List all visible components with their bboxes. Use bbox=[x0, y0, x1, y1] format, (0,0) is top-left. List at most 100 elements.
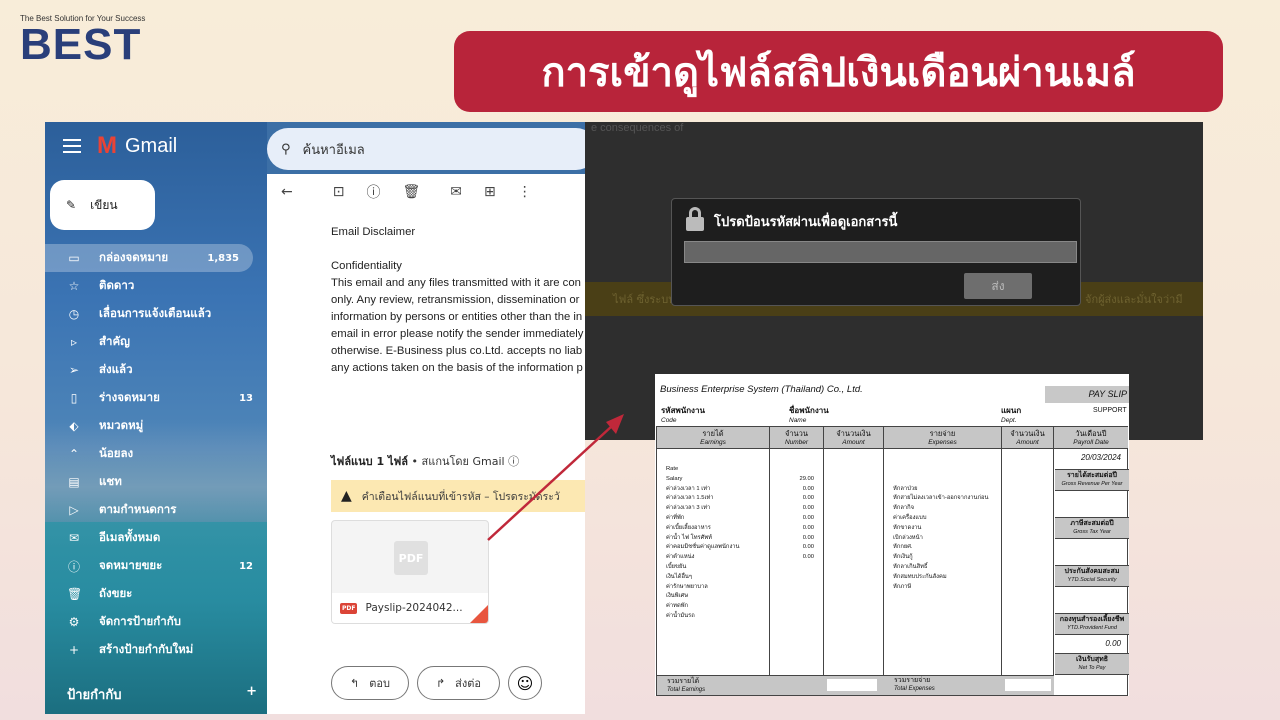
spam-icon: ⓘ bbox=[67, 559, 80, 574]
password-input[interactable] bbox=[684, 241, 1077, 263]
department-label: แผนก Dept. bbox=[1001, 406, 1022, 424]
delete-icon[interactable]: 🗑 bbox=[402, 184, 420, 200]
gmail-logo[interactable]: M Gmail bbox=[97, 132, 177, 160]
clock-icon: ◷ bbox=[68, 307, 80, 321]
email-line: email in error please notify the sender … bbox=[331, 328, 584, 340]
sidebar-item[interactable]: ⬖ หมวดหมู่ bbox=[45, 412, 267, 440]
sidebar-item-label: หมวดหมู่ bbox=[99, 418, 144, 432]
all-mail-icon: ✉ bbox=[68, 531, 80, 545]
gmail-m-icon: M bbox=[97, 132, 117, 159]
compose-button[interactable]: ✎ เขียน bbox=[50, 180, 155, 230]
sidebar-item[interactable]: ➢ ส่งแล้ว bbox=[45, 356, 267, 384]
payslip-document: Business Enterprise System (Thailand) Co… bbox=[655, 374, 1129, 696]
forward-icon: ↱ bbox=[435, 676, 446, 690]
email-line: Email Disclaimer bbox=[331, 226, 416, 238]
search-input[interactable]: ⚲ ค้นหาอีเมล bbox=[267, 128, 585, 170]
sidebar-item[interactable]: ⓘ จดหมายขยะ 12 bbox=[45, 552, 267, 580]
hamburger-menu-icon[interactable] bbox=[63, 139, 81, 153]
email-body: Email Disclaimer Confidentiality This em… bbox=[331, 224, 585, 377]
add-label-icon[interactable]: + bbox=[246, 684, 257, 705]
sidebar-item-count: 1,835 bbox=[207, 252, 239, 264]
payroll-date-value: 20/03/2024 bbox=[1080, 453, 1121, 462]
archive-icon[interactable]: ⊡ bbox=[333, 184, 345, 200]
report-spam-icon[interactable]: ⓘ bbox=[366, 182, 380, 202]
earnings-header: รายได้ Earnings bbox=[657, 427, 770, 449]
expenses-list: หักลาป่วย หักสายไม่ลงเวลาเข้า-ออกจากงานก… bbox=[893, 485, 989, 590]
attachment-card[interactable]: PDF PDF Payslip-2024042... bbox=[331, 520, 489, 624]
sidebar-item[interactable]: ✉ อีเมลทั้งหมด bbox=[45, 524, 267, 552]
sidebar-item-count: 12 bbox=[239, 560, 253, 572]
sidebar-item-label: แชท bbox=[99, 474, 122, 488]
gross-tax-cell: ภาษีสะสมต่อปี Gross Tax Year bbox=[1055, 517, 1129, 539]
sidebar-item-label: ร่างจดหมาย bbox=[99, 390, 160, 404]
sidebar-item[interactable]: ⌃ น้อยลง bbox=[45, 440, 267, 468]
search-placeholder: ค้นหาอีเมล bbox=[302, 142, 365, 158]
emoji-reaction-icon[interactable]: ☺ bbox=[508, 666, 543, 700]
total-expenses-label: รวมรายจ่าย Total Expenses bbox=[894, 677, 935, 692]
earnings-list: Rate Salary ค่าล่วงเวลา 1 เท่า ค่าล่วงเว… bbox=[666, 466, 740, 619]
password-dialog: โปรดป้อนรหัสผ่านเพื่อดูเอกสารนี้ ส่ง bbox=[671, 198, 1081, 306]
send-icon: ➢ bbox=[68, 363, 80, 377]
expense-amount-column bbox=[1002, 449, 1054, 675]
sidebar-item-label: อีเมลทั้งหมด bbox=[99, 530, 161, 544]
sidebar-item[interactable]: ⚙ จัดการป้ายกำกับ bbox=[45, 608, 267, 636]
sidebar-item[interactable]: ▯ ร่างจดหมาย 13 bbox=[45, 384, 267, 412]
expense-amount-header: จำนวนเงิน Amount bbox=[1002, 427, 1054, 449]
logo-wordmark: BEST bbox=[20, 20, 142, 69]
move-to-icon[interactable]: ⊞ bbox=[484, 184, 496, 200]
email-line: any actions taken on the basis of the in… bbox=[331, 362, 583, 374]
scheduled-icon: ▷ bbox=[69, 503, 79, 517]
sidebar-nav: ▭ กล่องจดหมาย 1,835 ☆ ติดดาว ◷ เลื่อนการแจ้งเต… bbox=[45, 244, 267, 664]
submit-password-button[interactable]: ส่ง bbox=[964, 273, 1032, 299]
chat-icon: ▤ bbox=[68, 475, 80, 489]
payslip-table: รายได้ Earnings จำนวน Number จำนวนเงิน Amou… bbox=[656, 426, 1129, 696]
sidebar-item[interactable]: ▤ แชท bbox=[45, 468, 267, 496]
sidebar-item[interactable]: ▷ ตามกำหนดการ bbox=[45, 496, 267, 524]
pdf-thumbnail-icon: PDF bbox=[394, 541, 428, 575]
payroll-date-header: วันเดือนปี Payroll Date bbox=[1054, 427, 1128, 449]
sidebar-item-label: ตามกำหนดการ bbox=[99, 502, 177, 516]
back-arrow-icon[interactable]: ← bbox=[281, 184, 293, 200]
gmail-header: M Gmail bbox=[63, 132, 177, 160]
trash-icon: 🗑 bbox=[67, 587, 83, 601]
gmail-app-name: Gmail bbox=[125, 134, 178, 157]
warning-icon: ▲ bbox=[341, 488, 352, 504]
email-line: This email and any files transmitted wit… bbox=[331, 277, 581, 289]
attachment-count: ไฟล์แนบ 1 ไฟล์ bbox=[331, 455, 409, 468]
sidebar-item[interactable]: ▹ สำคัญ bbox=[45, 328, 267, 356]
password-dialog-title: โปรดป้อนรหัสผ่านเพื่อดูเอกสารนี้ bbox=[714, 215, 898, 230]
sidebar-item[interactable]: ☆ ติดดาว bbox=[45, 272, 267, 300]
pointer-arrow bbox=[487, 414, 624, 541]
net-pay-cell: เงินรับสุทธิ Net To Pay bbox=[1055, 653, 1129, 675]
total-expenses-value bbox=[1005, 679, 1051, 691]
sidebar-item-label: น้อยลง bbox=[99, 446, 134, 460]
sidebar-item[interactable]: 🗑 ถังขยะ bbox=[45, 580, 267, 608]
lock-icon bbox=[686, 207, 704, 231]
expenses-header: รายจ่าย Expenses bbox=[884, 427, 1002, 449]
compose-label: เขียน bbox=[90, 197, 118, 212]
attachment-footer: PDF Payslip-2024042... bbox=[332, 593, 488, 623]
page-corner-icon bbox=[470, 605, 488, 623]
gmail-sidebar: M Gmail ✎ เขียน ▭ กล่องจดหมาย 1,835 ☆ ติดดาว… bbox=[45, 122, 267, 714]
forward-label: ส่งต่อ bbox=[455, 677, 482, 690]
sidebar-item[interactable]: ◷ เลื่อนการแจ้งเตือนแล้ว bbox=[45, 300, 267, 328]
more-options-icon[interactable]: ⋮ bbox=[518, 184, 532, 200]
sidebar-item[interactable]: ▭ กล่องจดหมาย 1,835 bbox=[45, 244, 253, 272]
labels-title: ป้ายกำกับ bbox=[67, 688, 122, 703]
slide-title-banner: การเข้าดูไฟล์สลิปเงินเดือนผ่านเมล์ bbox=[454, 31, 1223, 112]
forward-button[interactable]: ↱ ส่งต่อ bbox=[416, 666, 501, 700]
sidebar-item-label: จัดการป้ายกำกับ bbox=[99, 614, 181, 628]
mark-unread-icon[interactable]: ✉ bbox=[450, 184, 462, 200]
email-line: information by persons or entities other… bbox=[331, 311, 583, 323]
chevron-up-icon: ⌃ bbox=[68, 447, 80, 461]
settings-icon: ⚙ bbox=[68, 615, 80, 629]
viewer-background-text: e consequences of bbox=[591, 122, 684, 134]
email-line: only. Any review, retransmission, dissem… bbox=[331, 294, 580, 306]
email-toolbar: ← ⊡ ⓘ 🗑 ✉ ⊞ ⋮ bbox=[281, 182, 532, 202]
total-earnings-value bbox=[827, 679, 877, 691]
sidebar-item-label: ส่งแล้ว bbox=[99, 362, 133, 376]
sidebar-item[interactable]: + สร้างป้ายกำกับใหม่ bbox=[45, 636, 267, 664]
important-icon: ▹ bbox=[70, 335, 78, 349]
employee-code-label: รหัสพนักงาน Code bbox=[661, 406, 705, 424]
reply-button[interactable]: ↰ ตอบ bbox=[331, 666, 409, 700]
